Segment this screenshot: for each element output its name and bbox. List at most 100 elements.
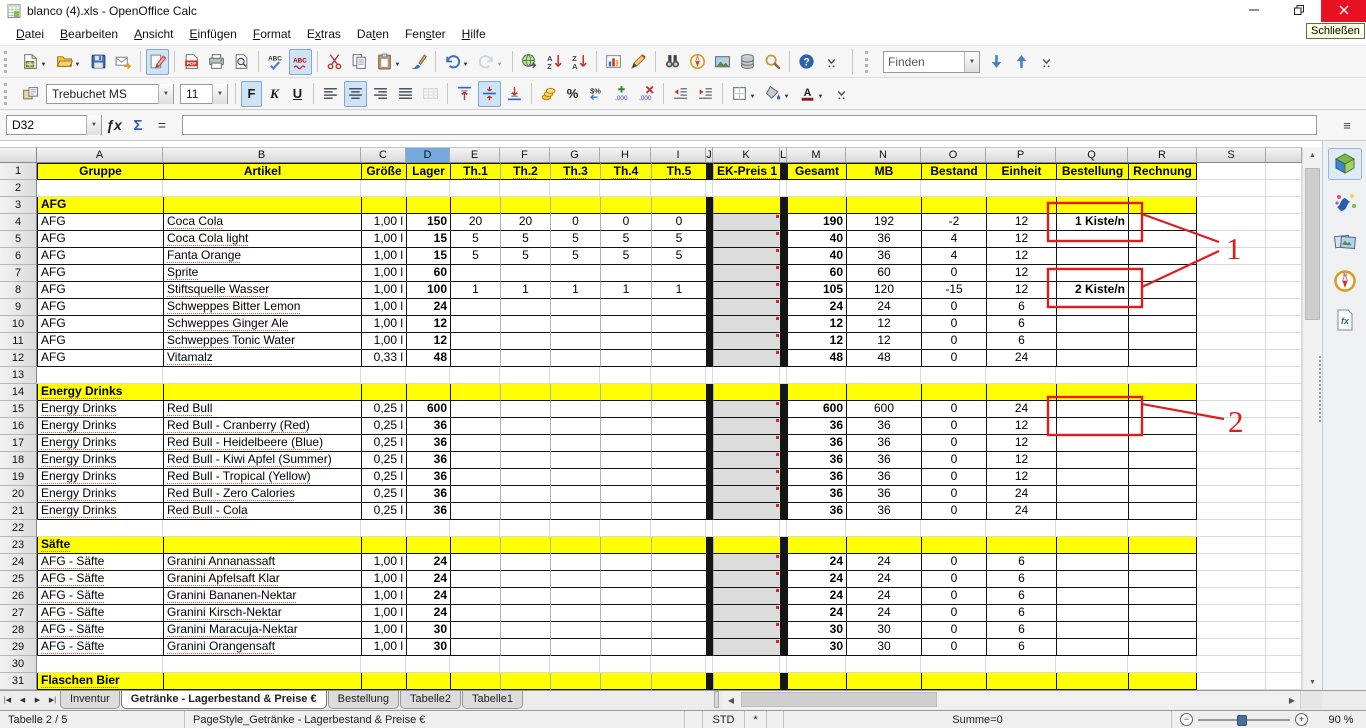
cell-C13[interactable] [361, 367, 406, 384]
cell-G25[interactable] [550, 571, 600, 588]
cell-F18[interactable] [500, 452, 550, 469]
column-header-I[interactable]: I [651, 147, 706, 163]
cell-J10[interactable] [706, 316, 713, 333]
cell-F19[interactable] [500, 469, 550, 486]
cell-S3[interactable] [1197, 197, 1266, 214]
justify-button[interactable] [394, 81, 417, 107]
cell-H13[interactable] [600, 367, 651, 384]
sheet-tab-0[interactable]: Inventur [60, 691, 120, 709]
cell-D2[interactable] [406, 180, 450, 197]
cell-E13[interactable] [450, 367, 500, 384]
cell-L21[interactable] [780, 503, 787, 520]
row-header-8[interactable]: 8 [0, 282, 37, 299]
cell-H6[interactable]: 5 [600, 248, 651, 265]
sheet-tab-4[interactable]: Tabelle1 [462, 691, 523, 709]
cell-L8[interactable] [780, 282, 787, 299]
cell-C10[interactable]: 1,00 l [361, 316, 406, 333]
cell-T11[interactable] [1266, 333, 1302, 350]
cell-E22[interactable] [450, 520, 500, 537]
cell-G27[interactable] [550, 605, 600, 622]
column-header-N[interactable]: N [846, 147, 921, 163]
cell-L26[interactable] [780, 588, 787, 605]
cell-M1[interactable]: Gesamt [787, 163, 846, 180]
cell-O12[interactable]: 0 [921, 350, 986, 367]
cell-R16[interactable] [1128, 418, 1197, 435]
align-left-button[interactable] [319, 81, 342, 107]
cell-K10[interactable] [713, 316, 780, 333]
cell-D8[interactable]: 100 [406, 282, 450, 299]
cell-H1[interactable]: Th.4 [600, 163, 651, 180]
cell-L23[interactable] [780, 537, 787, 554]
cell-M31[interactable] [787, 673, 846, 690]
cell-D20[interactable]: 36 [406, 486, 450, 503]
cell-G12[interactable] [550, 350, 600, 367]
row-header-16[interactable]: 16 [0, 418, 37, 435]
cell-L4[interactable] [780, 214, 787, 231]
row-header-7[interactable]: 7 [0, 265, 37, 282]
cell-P12[interactable]: 24 [986, 350, 1056, 367]
cell-P10[interactable]: 6 [986, 316, 1056, 333]
cell-Q27[interactable] [1056, 605, 1128, 622]
cell-H3[interactable] [600, 197, 651, 214]
cell-A19[interactable]: Energy Drinks [37, 469, 163, 486]
cell-E4[interactable]: 20 [450, 214, 500, 231]
sheet-tab-3[interactable]: Tabelle2 [400, 691, 461, 709]
cell-F28[interactable] [500, 622, 550, 639]
menu-format[interactable]: Format [245, 23, 299, 45]
cell-I11[interactable] [651, 333, 706, 350]
cell-Q31[interactable] [1056, 673, 1128, 690]
cell-N15[interactable]: 600 [846, 401, 921, 418]
cell-L22[interactable] [780, 520, 787, 537]
cell-H14[interactable] [600, 384, 651, 401]
cell-N1[interactable]: MB [846, 163, 921, 180]
cell-T23[interactable] [1266, 537, 1302, 554]
draw-functions-button[interactable] [627, 49, 650, 75]
cell-P15[interactable]: 24 [986, 401, 1056, 418]
cell-D5[interactable]: 15 [406, 231, 450, 248]
cell-I8[interactable]: 1 [651, 282, 706, 299]
cell-M24[interactable]: 24 [787, 554, 846, 571]
find-dropdown-arrow[interactable]: ▼ [964, 52, 979, 72]
cell-Q10[interactable] [1056, 316, 1128, 333]
cell-S30[interactable] [1197, 656, 1266, 673]
cell-S18[interactable] [1197, 452, 1266, 469]
cell-H12[interactable] [600, 350, 651, 367]
cell-S14[interactable] [1197, 384, 1266, 401]
cell-I24[interactable] [651, 554, 706, 571]
cell-S22[interactable] [1197, 520, 1266, 537]
cell-D18[interactable]: 36 [406, 452, 450, 469]
cell-K23[interactable] [713, 537, 780, 554]
cell-B14[interactable] [163, 384, 361, 401]
cell-H25[interactable] [600, 571, 651, 588]
cell-M14[interactable] [787, 384, 846, 401]
cell-N16[interactable]: 36 [846, 418, 921, 435]
cell-H2[interactable] [600, 180, 651, 197]
cell-O15[interactable]: 0 [921, 401, 986, 418]
cell-O16[interactable]: 0 [921, 418, 986, 435]
cell-Q21[interactable] [1056, 503, 1128, 520]
cell-R27[interactable] [1128, 605, 1197, 622]
cell-T21[interactable] [1266, 503, 1302, 520]
row-header-28[interactable]: 28 [0, 622, 37, 639]
cell-T6[interactable] [1266, 248, 1302, 265]
cell-F4[interactable]: 20 [500, 214, 550, 231]
cell-A1[interactable]: Gruppe [37, 163, 163, 180]
cell-P2[interactable] [986, 180, 1056, 197]
menu-datei[interactable]: Datei [8, 23, 52, 45]
cell-H10[interactable] [600, 316, 651, 333]
cell-I23[interactable] [651, 537, 706, 554]
cell-J22[interactable] [706, 520, 713, 537]
cell-I19[interactable] [651, 469, 706, 486]
cell-Q13[interactable] [1056, 367, 1128, 384]
format-overflow-button[interactable] [830, 81, 853, 107]
cell-J30[interactable] [706, 656, 713, 673]
cell-N13[interactable] [846, 367, 921, 384]
cell-Q6[interactable] [1056, 248, 1128, 265]
cell-E15[interactable] [450, 401, 500, 418]
cell-D27[interactable]: 24 [406, 605, 450, 622]
last-sheet-button[interactable]: ▶| [45, 691, 60, 709]
cell-N20[interactable]: 36 [846, 486, 921, 503]
cell-R1[interactable]: Rechnung [1128, 163, 1197, 180]
cell-O31[interactable] [921, 673, 986, 690]
cell-E24[interactable] [450, 554, 500, 571]
